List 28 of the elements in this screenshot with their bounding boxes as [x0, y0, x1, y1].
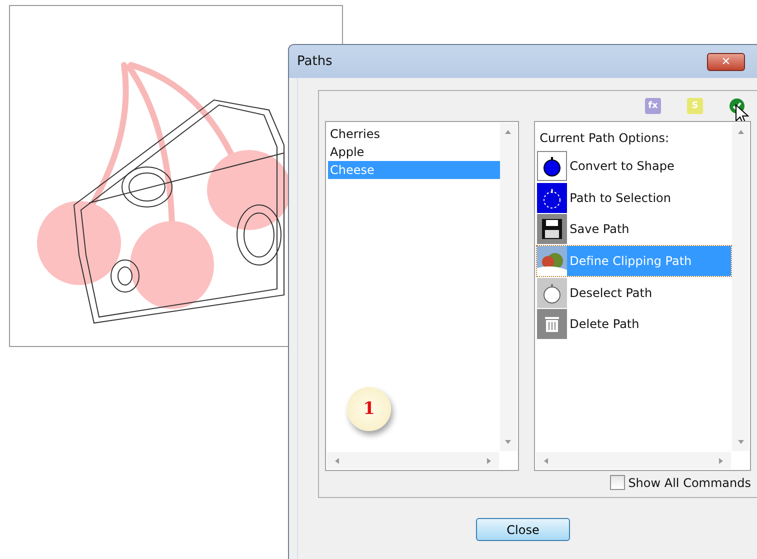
scroll-arrow-icon[interactable] [333, 456, 341, 464]
horizontal-scrollbar[interactable] [327, 452, 499, 469]
close-dialog-button[interactable]: Close [476, 518, 570, 541]
vertical-scrollbar[interactable] [732, 123, 749, 451]
options-heading: Current Path Options: [538, 131, 670, 147]
option-item[interactable]: Save Path [536, 214, 731, 244]
scroll-arrow-icon[interactable] [542, 456, 550, 464]
apple-icon [536, 151, 567, 181]
option-item[interactable]: Deselect Path [536, 278, 731, 308]
vertical-scrollbar[interactable] [500, 123, 517, 451]
dashed-apple-icon [536, 182, 567, 213]
window-title: Paths [297, 54, 332, 69]
scroll-arrow-icon[interactable] [504, 128, 512, 136]
scroll-arrow-icon[interactable] [717, 456, 725, 464]
trash-icon [536, 309, 567, 340]
show-all-checkbox[interactable]: Show All Commands [610, 475, 751, 490]
path-item[interactable]: Cherries [328, 125, 500, 143]
scroll-arrow-icon[interactable] [484, 456, 493, 464]
option-item[interactable]: Path to Selection [536, 182, 731, 213]
option-item[interactable]: Delete Path [536, 309, 731, 340]
scroll-arrow-icon[interactable] [736, 438, 744, 446]
apple-photo-icon [536, 246, 567, 276]
apple-outline-icon [536, 278, 567, 308]
scroll-arrow-icon[interactable] [504, 438, 512, 446]
scroll-arrow-icon[interactable] [736, 128, 744, 136]
option-item[interactable]: Convert to Shape [536, 151, 731, 181]
horizontal-scrollbar[interactable] [536, 452, 731, 469]
path-item[interactable]: Apple [328, 143, 500, 161]
